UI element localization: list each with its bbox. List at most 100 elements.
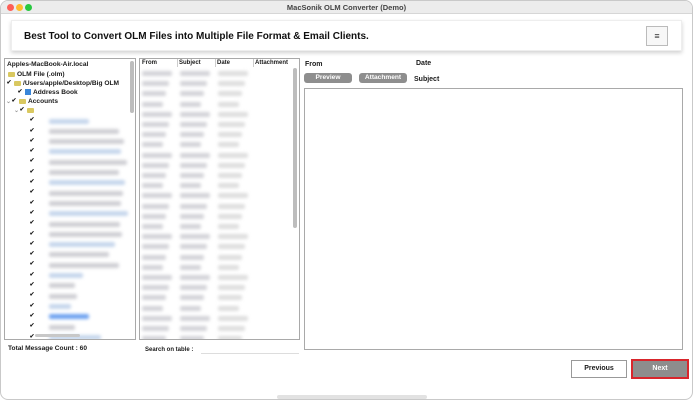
blurred-folder-name xyxy=(49,128,119,134)
blurred-table-cell xyxy=(142,71,172,76)
checkbox[interactable]: ✔ xyxy=(29,231,35,237)
blurred-table-cell xyxy=(218,173,242,178)
blurred-folder-name xyxy=(49,293,77,299)
tree-folder-item[interactable]: ✔ xyxy=(29,219,35,229)
checkbox[interactable]: ✔ xyxy=(29,117,35,123)
search-input[interactable] xyxy=(201,345,299,354)
tree-folder-item[interactable]: ✔ xyxy=(29,240,35,250)
tree-folder-item[interactable]: ✔ xyxy=(29,137,35,147)
tree-account-item[interactable]: ⌄✔ xyxy=(14,106,36,116)
checkbox[interactable]: ✔ xyxy=(29,220,35,226)
blurred-table-cell xyxy=(180,336,204,339)
checkbox[interactable]: ✔ xyxy=(29,241,35,247)
checkbox[interactable]: ✔ xyxy=(29,138,35,144)
tree-address-book-label: Address Book xyxy=(33,89,78,96)
tree-folder-item[interactable]: ✔ xyxy=(29,281,35,291)
blurred-folder-name xyxy=(49,242,115,248)
blurred-table-cell xyxy=(218,295,242,301)
blurred-folder-name xyxy=(49,139,124,145)
tree-folder-item[interactable]: ✔ xyxy=(29,147,35,157)
blurred-table-cell xyxy=(180,122,207,127)
blurred-table-cell xyxy=(180,203,207,209)
tree-folder-item[interactable]: ✔ xyxy=(29,116,35,126)
checkbox[interactable]: ✔ xyxy=(29,158,35,164)
checkbox[interactable]: ✔ xyxy=(29,282,35,288)
blurred-table-cell xyxy=(142,173,166,178)
checkbox[interactable]: ✔ xyxy=(29,261,35,267)
column-header-from[interactable]: From xyxy=(142,60,157,66)
tree-folder-item[interactable]: ✔ xyxy=(29,157,35,167)
checkbox[interactable]: ✔ xyxy=(29,292,35,298)
checkbox[interactable]: ✔ xyxy=(29,179,35,185)
tree-vertical-scrollbar[interactable] xyxy=(130,61,134,113)
tree-folder-item[interactable]: ✔ xyxy=(29,322,35,332)
blurred-table-cell xyxy=(142,254,166,260)
checkbox[interactable]: ✔ xyxy=(29,200,35,206)
blurred-table-cell xyxy=(218,305,239,311)
column-header-attachment[interactable]: Attachment xyxy=(255,60,288,66)
message-preview-pane[interactable] xyxy=(304,88,683,350)
checkbox[interactable]: ✔ xyxy=(29,313,35,319)
tree-folder-item[interactable]: ✔ xyxy=(29,168,35,178)
blurred-table-cell xyxy=(180,326,207,331)
blurred-folder-name xyxy=(49,211,128,217)
blurred-table-cell xyxy=(180,244,207,250)
blurred-folder-name xyxy=(49,118,89,124)
tree-folder-item[interactable]: ✔ xyxy=(29,250,35,260)
checkbox[interactable]: ✔ xyxy=(29,189,35,195)
tree-root[interactable]: Apples-MacBook-Air.local xyxy=(7,60,88,70)
menu-button[interactable]: ≡ xyxy=(646,26,668,46)
blurred-table-cell xyxy=(142,91,166,97)
tree-folder-item[interactable]: ✔ xyxy=(29,271,35,281)
tree-accounts-label: Accounts xyxy=(28,98,59,105)
blurred-folder-name xyxy=(49,252,109,258)
blurred-table-cell xyxy=(218,203,245,209)
checkbox[interactable]: ✔ xyxy=(29,323,35,329)
title-bar: MacSonik OLM Converter (Demo) xyxy=(1,1,692,14)
tab-attachment[interactable]: Attachment xyxy=(359,73,407,83)
checkbox[interactable]: ✔ xyxy=(19,107,25,113)
column-header-subject[interactable]: Subject xyxy=(179,60,201,66)
table-vertical-scrollbar[interactable] xyxy=(293,68,297,228)
checkbox[interactable]: ✔ xyxy=(11,98,17,104)
tree-folder-item[interactable]: ✔ xyxy=(29,229,35,239)
checkbox[interactable]: ✔ xyxy=(29,210,35,216)
checkbox[interactable]: ✔ xyxy=(29,148,35,154)
next-button[interactable]: Next xyxy=(631,359,689,379)
checkbox[interactable]: ✔ xyxy=(29,303,35,309)
message-table[interactable]: From Subject Date Attachment xyxy=(139,58,300,340)
blurred-table-cell xyxy=(180,254,204,260)
tree-folder-item[interactable]: ✔ xyxy=(29,291,35,301)
previous-button[interactable]: Previous xyxy=(571,360,627,378)
tree-folder-item[interactable]: ✔ xyxy=(29,260,35,270)
blurred-table-cell xyxy=(218,122,245,127)
tree-folder-item[interactable]: ✔ xyxy=(29,178,35,188)
tree-folder-item[interactable]: ✔ xyxy=(29,301,35,311)
blurred-table-cell xyxy=(180,183,201,189)
blurred-table-cell xyxy=(180,173,204,178)
tree-folder-item[interactable]: ✔ xyxy=(29,209,35,219)
column-header-date[interactable]: Date xyxy=(217,60,230,66)
blurred-table-cell xyxy=(180,81,207,87)
tree-horizontal-scrollbar[interactable] xyxy=(35,334,80,337)
blurred-table-cell xyxy=(142,285,169,291)
tree-folder-item[interactable]: ✔ xyxy=(29,332,35,339)
checkbox[interactable]: ✔ xyxy=(29,169,35,175)
checkbox[interactable]: ✔ xyxy=(29,272,35,278)
tab-preview[interactable]: Preview xyxy=(304,73,352,83)
checkbox[interactable]: ✔ xyxy=(29,128,35,134)
blurred-table-cell xyxy=(142,295,166,301)
blurred-table-cell xyxy=(218,162,245,168)
tree-folder-item[interactable]: ✔ xyxy=(29,188,35,198)
tree-path-label: /Users/apple/Desktop/Big OLM xyxy=(23,80,119,87)
tree-folder-item[interactable]: ✔ xyxy=(29,312,35,322)
blurred-table-cell xyxy=(218,315,248,321)
tree-folder-item[interactable]: ✔ xyxy=(29,126,35,136)
checkbox[interactable]: ✔ xyxy=(29,251,35,257)
tree-folder-item[interactable]: ✔ xyxy=(29,198,35,208)
subject-label: Subject xyxy=(414,76,440,83)
folder-tree[interactable]: Apples-MacBook-Air.local OLM File (.olm)… xyxy=(4,58,136,340)
checkbox[interactable]: ✔ xyxy=(6,80,12,86)
checkbox[interactable]: ✔ xyxy=(17,89,23,95)
blurred-folder-name xyxy=(49,180,125,186)
